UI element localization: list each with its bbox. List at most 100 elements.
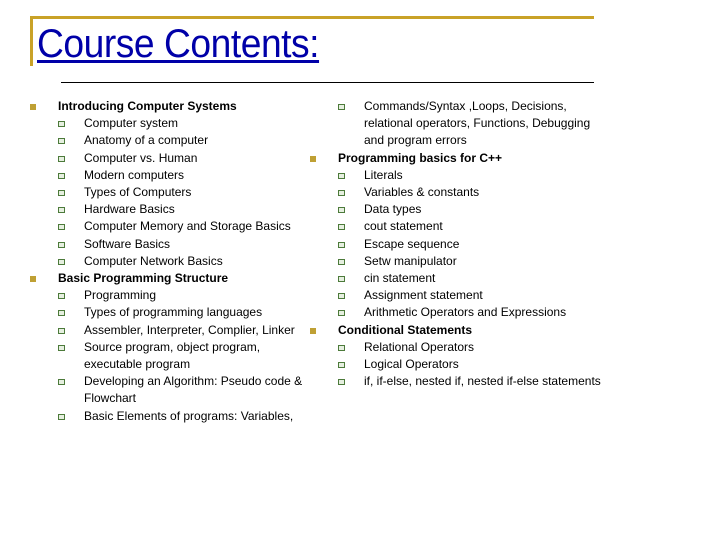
hollow-square-bullet-icon bbox=[338, 344, 345, 351]
hollow-square-bullet-icon bbox=[338, 293, 345, 300]
subtopic-label: Source program, object program, executab… bbox=[84, 339, 261, 372]
hollow-square-bullet-icon bbox=[338, 362, 345, 369]
subtopic-item: Source program, object program, executab… bbox=[58, 339, 310, 373]
subtopic-item: Logical Operators bbox=[338, 356, 610, 373]
hollow-square-bullet-icon bbox=[58, 241, 65, 248]
square-bullet-icon bbox=[310, 327, 316, 334]
hollow-square-bullet-icon bbox=[338, 104, 345, 110]
subtopic-label: Computer Memory and Storage Basics bbox=[84, 219, 291, 234]
hollow-square-bullet-icon bbox=[338, 310, 345, 317]
topic-programming-basics-cpp: Programming basics for C++ Literals Vari… bbox=[310, 150, 610, 322]
hollow-square-bullet-icon bbox=[58, 379, 65, 386]
subtopic-item: Arithmetic Operators and Expressions bbox=[338, 304, 610, 321]
subtopic-item: Relational Operators bbox=[338, 339, 610, 356]
subtopic-item: if, if-else, nested if, nested if-else s… bbox=[338, 373, 610, 390]
subtopic-label: Escape sequence bbox=[364, 236, 460, 251]
subtopic-item: Hardware Basics bbox=[58, 201, 310, 218]
subtopic-label: Assembler, Interpreter, Complier, Linker bbox=[84, 322, 295, 337]
subtopic-label: Developing an Algorithm: Pseudo code & F… bbox=[84, 374, 303, 406]
hollow-square-bullet-icon bbox=[338, 379, 345, 386]
hollow-square-bullet-icon bbox=[58, 310, 65, 317]
subtopic-label: if, if-else, nested if, nested if-else s… bbox=[364, 374, 601, 389]
hollow-square-bullet-icon bbox=[58, 224, 65, 231]
subtopic-label: Types of programming languages bbox=[84, 305, 263, 320]
subtopic-item: cin statement bbox=[338, 270, 610, 287]
subtopic-item: Assignment statement bbox=[338, 287, 610, 304]
hollow-square-bullet-icon bbox=[58, 121, 65, 128]
subtopic-label: Computer system bbox=[84, 116, 179, 131]
subtopic-label: Literals bbox=[364, 167, 403, 182]
subtopic-item: Computer Network Basics bbox=[58, 253, 310, 270]
subtopic-label: Programming bbox=[84, 288, 157, 303]
topic-introducing-computer-systems: Introducing Computer Systems Computer sy… bbox=[30, 98, 310, 270]
subtopic-item: Software Basics bbox=[58, 236, 310, 253]
subtopic-item: Computer system bbox=[58, 115, 310, 132]
hollow-square-bullet-icon bbox=[58, 293, 65, 300]
hollow-square-bullet-icon bbox=[338, 276, 345, 283]
subtopic-label: cin statement bbox=[364, 271, 436, 286]
subtopic-label: Hardware Basics bbox=[84, 202, 175, 217]
subtopic-label: Software Basics bbox=[84, 236, 171, 251]
subtopic-item: Setw manipulator bbox=[338, 253, 610, 270]
title-divider bbox=[61, 82, 594, 83]
topic-label: Conditional Statements bbox=[338, 322, 473, 337]
subtopic-list: Computer system Anatomy of a computer Co… bbox=[58, 115, 310, 270]
subtopic-list: Relational Operators Logical Operators i… bbox=[338, 339, 610, 391]
hollow-square-bullet-icon bbox=[58, 172, 65, 179]
subtopic-label: Computer Network Basics bbox=[84, 253, 223, 268]
subtopic-label: Types of Computers bbox=[84, 185, 192, 200]
subtopic-list: Literals Variables & constants Data type… bbox=[338, 167, 610, 322]
right-topic-list: Commands/Syntax ,Loops, Decisions, relat… bbox=[310, 98, 610, 390]
subtopic-item: Types of Computers bbox=[58, 184, 310, 201]
hollow-square-bullet-icon bbox=[58, 344, 65, 351]
subtopic-item: Developing an Algorithm: Pseudo code & F… bbox=[58, 373, 310, 407]
hollow-square-bullet-icon bbox=[58, 413, 65, 420]
subtopic-label: Basic Elements of programs: Variables, bbox=[84, 408, 294, 423]
topic-label: Basic Programming Structure bbox=[58, 271, 229, 286]
hollow-square-bullet-icon bbox=[338, 172, 345, 179]
square-bullet-icon bbox=[30, 276, 36, 283]
subtopic-item: Assembler, Interpreter, Complier, Linker bbox=[58, 322, 310, 339]
subtopic-item: Data types bbox=[338, 201, 610, 218]
right-column: Commands/Syntax ,Loops, Decisions, relat… bbox=[310, 98, 610, 390]
hollow-square-bullet-icon bbox=[338, 258, 345, 265]
hollow-square-bullet-icon bbox=[338, 224, 345, 231]
subtopic-label: Data types bbox=[364, 202, 422, 217]
topic-label: Programming basics for C++ bbox=[338, 150, 503, 165]
subtopic-label: Assignment statement bbox=[364, 288, 483, 303]
hollow-square-bullet-icon bbox=[58, 207, 65, 214]
left-column: Introducing Computer Systems Computer sy… bbox=[30, 98, 310, 425]
subtopic-item: Escape sequence bbox=[338, 236, 610, 253]
subtopic-label: Computer vs. Human bbox=[84, 150, 198, 165]
subtopic-item: Computer vs. Human bbox=[58, 150, 310, 167]
subtopic-item: Computer Memory and Storage Basics bbox=[58, 218, 310, 235]
square-bullet-icon bbox=[30, 104, 36, 110]
subtopic-label: cout statement bbox=[364, 219, 443, 234]
left-topic-list: Introducing Computer Systems Computer sy… bbox=[30, 98, 310, 425]
subtopic-label: Variables & constants bbox=[364, 185, 480, 200]
subtopic-item: Types of programming languages bbox=[58, 304, 310, 321]
subtopic-label: Modern computers bbox=[84, 167, 185, 182]
subtopic-list: Programming Types of programming languag… bbox=[58, 287, 310, 425]
subtopic-item: Basic Elements of programs: Variables, bbox=[58, 408, 310, 425]
slide-title: Course Contents: bbox=[37, 22, 320, 66]
subtopic-item: Variables & constants bbox=[338, 184, 610, 201]
hollow-square-bullet-icon bbox=[58, 155, 65, 162]
topic-conditional-statements: Conditional Statements Relational Operat… bbox=[310, 322, 610, 391]
subtopic-item: Literals bbox=[338, 167, 610, 184]
hollow-square-bullet-icon bbox=[58, 190, 65, 197]
hollow-square-bullet-icon bbox=[58, 138, 65, 145]
subtopic-label: Logical Operators bbox=[364, 357, 459, 372]
hollow-square-bullet-icon bbox=[58, 258, 65, 265]
subtopic-label: Setw manipulator bbox=[364, 253, 457, 268]
subtopic-label: Arithmetic Operators and Expressions bbox=[364, 305, 567, 320]
subtopic-label: Commands/Syntax ,Loops, Decisions, relat… bbox=[364, 99, 591, 148]
subtopic-item-continued: Commands/Syntax ,Loops, Decisions, relat… bbox=[338, 98, 610, 150]
hollow-square-bullet-icon bbox=[338, 190, 345, 197]
subtopic-label: Relational Operators bbox=[364, 339, 475, 354]
square-bullet-icon bbox=[310, 155, 316, 162]
hollow-square-bullet-icon bbox=[338, 207, 345, 214]
subtopic-item: Modern computers bbox=[58, 167, 310, 184]
hollow-square-bullet-icon bbox=[58, 327, 65, 334]
hollow-square-bullet-icon bbox=[338, 241, 345, 248]
